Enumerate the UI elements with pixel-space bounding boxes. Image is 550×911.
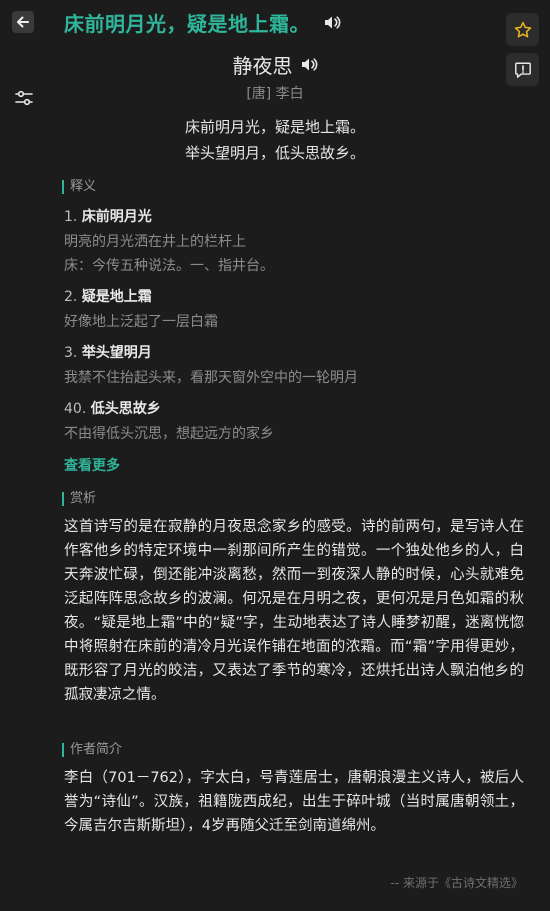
author-intro-text: 李白（701－762），字太白，号青莲居士，唐朝浪漫主义诗人，被后人誉为“诗仙”…: [64, 770, 524, 834]
poem-title-row: 静夜思: [0, 50, 550, 79]
view-more-link[interactable]: 查看更多: [64, 455, 120, 475]
definition-word: 疑是地上霜: [81, 289, 152, 305]
headline-text: 床前明月光，疑是地上霜。: [64, 12, 310, 36]
definition-text: 好像地上泛起了一层白霜: [64, 310, 218, 334]
star-icon: [514, 21, 532, 39]
definition-text: 不由得低头沉思，想起远方的家乡: [64, 422, 274, 446]
definition-line: 不由得低头沉思，想起远方的家乡: [64, 426, 274, 442]
definition-line: 好像地上泛起了一层白霜: [64, 314, 218, 330]
favorite-button[interactable]: [506, 13, 539, 46]
definition-term: 40. 低头思故乡: [64, 398, 161, 418]
poem-author[interactable]: [唐] 李白: [0, 83, 550, 103]
appreciation-text: 这首诗写的是在寂静的月夜思念家乡的感受。诗的前两句，是写诗人在作客他乡的特定环境…: [64, 519, 524, 703]
definition-number: 3.: [64, 345, 78, 361]
back-arrow-icon: [16, 15, 30, 29]
definition-term: 1. 床前明月光: [64, 206, 152, 226]
author-intro-heading: 作者简介: [62, 743, 122, 757]
definition-word: 低头思故乡: [90, 401, 161, 417]
back-button[interactable]: [12, 11, 34, 33]
poem-line: 床前明月光，疑是地上霜。: [184, 118, 365, 136]
definition-line: 床：今传五种说法。一、指井台。: [64, 258, 274, 274]
definition-word: 举头望明月: [81, 345, 152, 361]
title-speaker-icon[interactable]: [301, 57, 318, 72]
poem-line: 举头望明月，低头思故乡。: [184, 144, 365, 162]
poem-body: 床前明月光，疑是地上霜。 举头望明月，低头思故乡。: [0, 114, 550, 166]
poem-title: 静夜思: [233, 50, 318, 79]
definitions-heading: 释义: [62, 180, 96, 194]
appreciation-heading: 赏析: [62, 492, 96, 506]
definition-number: 1.: [64, 209, 78, 225]
definition-number: 40.: [64, 401, 87, 417]
definition-number: 2.: [64, 289, 78, 305]
definition-line: 明亮的月光洒在井上的栏杆上: [64, 234, 246, 250]
headline-speaker-icon[interactable]: [324, 15, 341, 30]
headline: 床前明月光，疑是地上霜。: [64, 8, 341, 37]
definition-term: 3. 举头望明月: [64, 342, 152, 362]
definition-word: 床前明月光: [81, 209, 152, 225]
poem-title-text: 静夜思: [232, 54, 293, 78]
source-note: -- 来源于《古诗文精选》: [390, 876, 523, 890]
definition-term: 2. 疑是地上霜: [64, 286, 152, 306]
definition-text: 明亮的月光洒在井上的栏杆上 床：今传五种说法。一、指井台。: [64, 230, 274, 278]
definition-text: 我禁不住抬起头来，看那天窗外空中的一轮明月: [64, 366, 358, 390]
definition-line: 我禁不住抬起头来，看那天窗外空中的一轮明月: [64, 370, 358, 386]
